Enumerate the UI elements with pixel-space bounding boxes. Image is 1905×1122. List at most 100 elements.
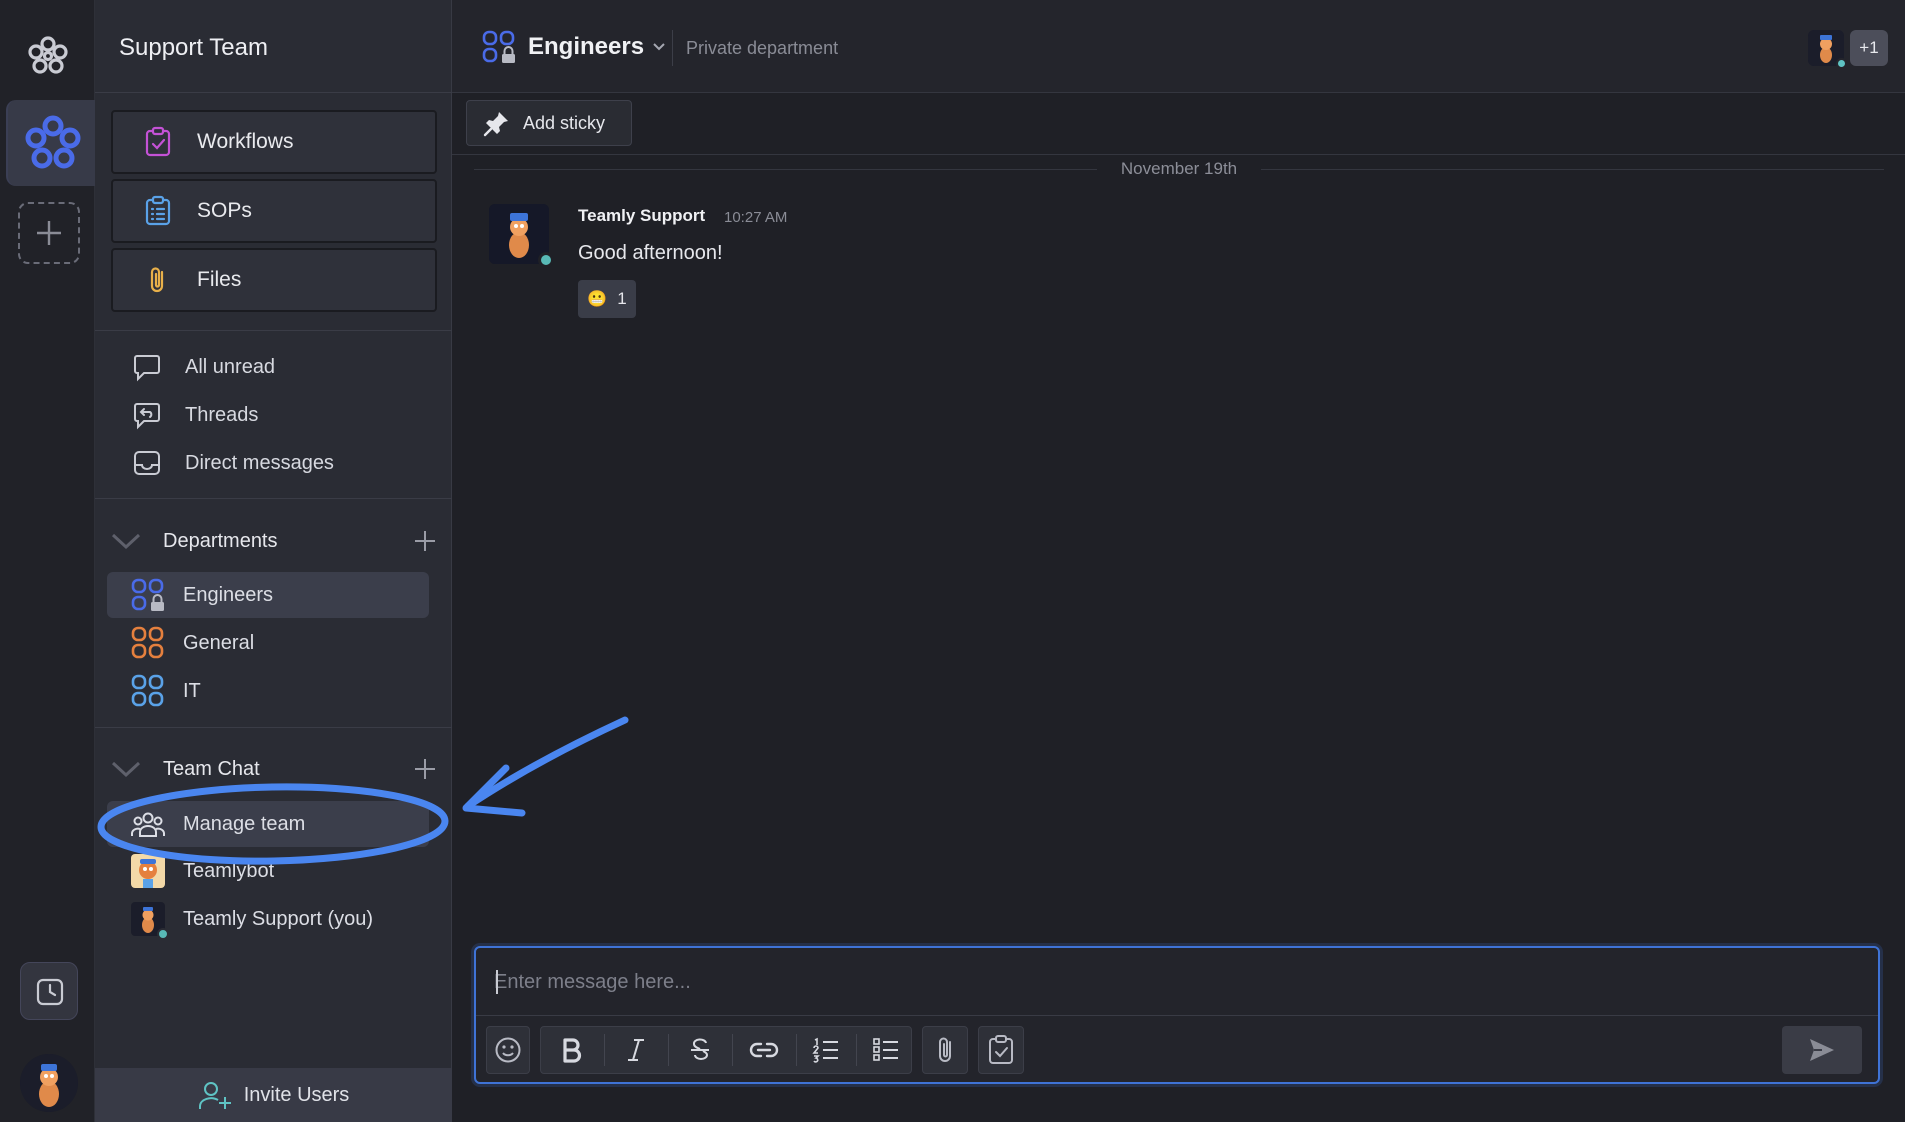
workflows-button[interactable]: Workflows (111, 110, 437, 174)
link-icon (749, 1042, 779, 1058)
channel-name: Engineers (528, 33, 645, 60)
bot-avatar (131, 854, 165, 888)
online-status-icon (538, 252, 554, 268)
divider (732, 1034, 733, 1066)
date-label: November 19th (1120, 159, 1238, 178)
attach-button[interactable] (922, 1028, 968, 1072)
department-label: General (183, 631, 255, 654)
divider (672, 30, 673, 66)
reaction-count: 1 (617, 289, 627, 308)
numbered-list-button[interactable] (800, 1028, 852, 1072)
department-icon (131, 626, 165, 660)
message-input[interactable] (494, 962, 1854, 1002)
chat-label: Teamlybot (183, 859, 275, 882)
online-status-icon (157, 928, 169, 940)
message-text: Good afternoon! (578, 242, 723, 264)
nav-label: Direct messages (185, 451, 334, 474)
bullet-list-icon (873, 1038, 898, 1061)
sidebar: Support Team Workflows SOPs Files All un… (95, 0, 452, 1122)
clipboard-list-icon (141, 194, 175, 228)
date-separator: November 19th (474, 158, 1885, 180)
strikethrough-button[interactable] (672, 1028, 728, 1072)
workspace-rail (0, 0, 95, 1122)
channel-switcher[interactable]: Engineers (482, 30, 666, 64)
invite-users-button[interactable]: Invite Users (95, 1068, 452, 1122)
files-label: Files (197, 268, 242, 291)
department-locked-icon (482, 30, 515, 63)
user-avatar[interactable] (20, 1054, 78, 1112)
divider (95, 92, 452, 93)
message-author[interactable]: Teamly Support (578, 206, 705, 226)
nav-all-unread[interactable]: All unread (131, 349, 275, 385)
manage-team-item[interactable]: Manage team (107, 801, 429, 847)
sticky-bar: Add sticky (452, 93, 1905, 155)
channel-description: Private department (686, 38, 839, 58)
message-composer (474, 946, 1880, 1084)
message-timestamp: 10:27 AM (724, 209, 788, 226)
department-label: Engineers (183, 583, 274, 606)
files-button[interactable]: Files (111, 248, 437, 312)
department-general[interactable]: General (107, 620, 429, 666)
mascot-avatar-icon (20, 1054, 78, 1112)
history-button[interactable] (20, 962, 78, 1020)
task-button[interactable] (978, 1028, 1024, 1072)
divider (604, 1034, 605, 1066)
bold-button[interactable] (544, 1028, 600, 1072)
strikethrough-icon (691, 1038, 709, 1060)
chat-label: Teamly Support (you) (183, 907, 374, 930)
workspace-logo-icon (25, 115, 81, 169)
chat-teamlybot[interactable]: Teamlybot (107, 848, 429, 894)
italic-icon (628, 1039, 644, 1061)
divider (668, 1034, 669, 1066)
workspace-support-team[interactable] (6, 100, 95, 186)
pin-icon (483, 112, 508, 137)
chevron-down-icon[interactable] (109, 524, 143, 558)
nav-threads[interactable]: Threads (131, 397, 258, 433)
invite-users-label: Invite Users (243, 1083, 350, 1106)
italic-button[interactable] (608, 1028, 664, 1072)
department-it[interactable]: IT (107, 668, 429, 714)
emoji-button[interactable] (486, 1028, 530, 1072)
divider (856, 1034, 857, 1066)
channel-header: Engineers Private department +1 (452, 0, 1905, 93)
task-icon (989, 1035, 1013, 1064)
app-logo-icon (22, 30, 74, 82)
divider (476, 1015, 1878, 1016)
section-title: Team Chat (163, 757, 260, 780)
members-more-button[interactable]: +1 (1850, 30, 1888, 66)
team-chat-header[interactable]: Team Chat (109, 751, 439, 787)
clipboard-check-icon (141, 125, 175, 159)
add-user-icon (198, 1082, 231, 1109)
emoji-icon (495, 1037, 521, 1063)
clock-icon (36, 978, 64, 1006)
department-icon (131, 674, 165, 708)
bullet-list-button[interactable] (860, 1028, 912, 1072)
bold-icon (563, 1038, 582, 1063)
nav-label: All unread (185, 355, 276, 378)
add-workspace-button[interactable] (18, 202, 80, 264)
users-icon (131, 807, 165, 841)
send-button[interactable] (1782, 1026, 1862, 1074)
divider (95, 330, 452, 331)
chevron-down-icon (653, 43, 665, 51)
department-engineers[interactable]: Engineers (107, 572, 429, 618)
link-button[interactable] (736, 1028, 792, 1072)
add-department-icon[interactable] (411, 527, 439, 555)
nav-direct-messages[interactable]: Direct messages (131, 445, 334, 481)
divider (95, 498, 452, 499)
chat-teamly-support[interactable]: Teamly Support (you) (107, 896, 429, 942)
paperclip-icon (141, 263, 175, 297)
chat-label: Manage team (183, 812, 306, 835)
workspace-title: Support Team (119, 34, 268, 61)
reply-bubble-icon (131, 399, 163, 431)
attach-icon (939, 1037, 951, 1062)
add-chat-icon[interactable] (411, 755, 439, 783)
numbered-list-icon (812, 1037, 838, 1063)
sops-label: SOPs (197, 199, 252, 222)
departments-header[interactable]: Departments (109, 523, 439, 559)
user-avatar (131, 902, 169, 940)
reaction-chip[interactable]: 😬 1 (578, 280, 636, 318)
sops-button[interactable]: SOPs (111, 179, 437, 243)
chevron-down-icon[interactable] (109, 752, 143, 786)
add-sticky-button[interactable]: Add sticky (466, 100, 632, 146)
